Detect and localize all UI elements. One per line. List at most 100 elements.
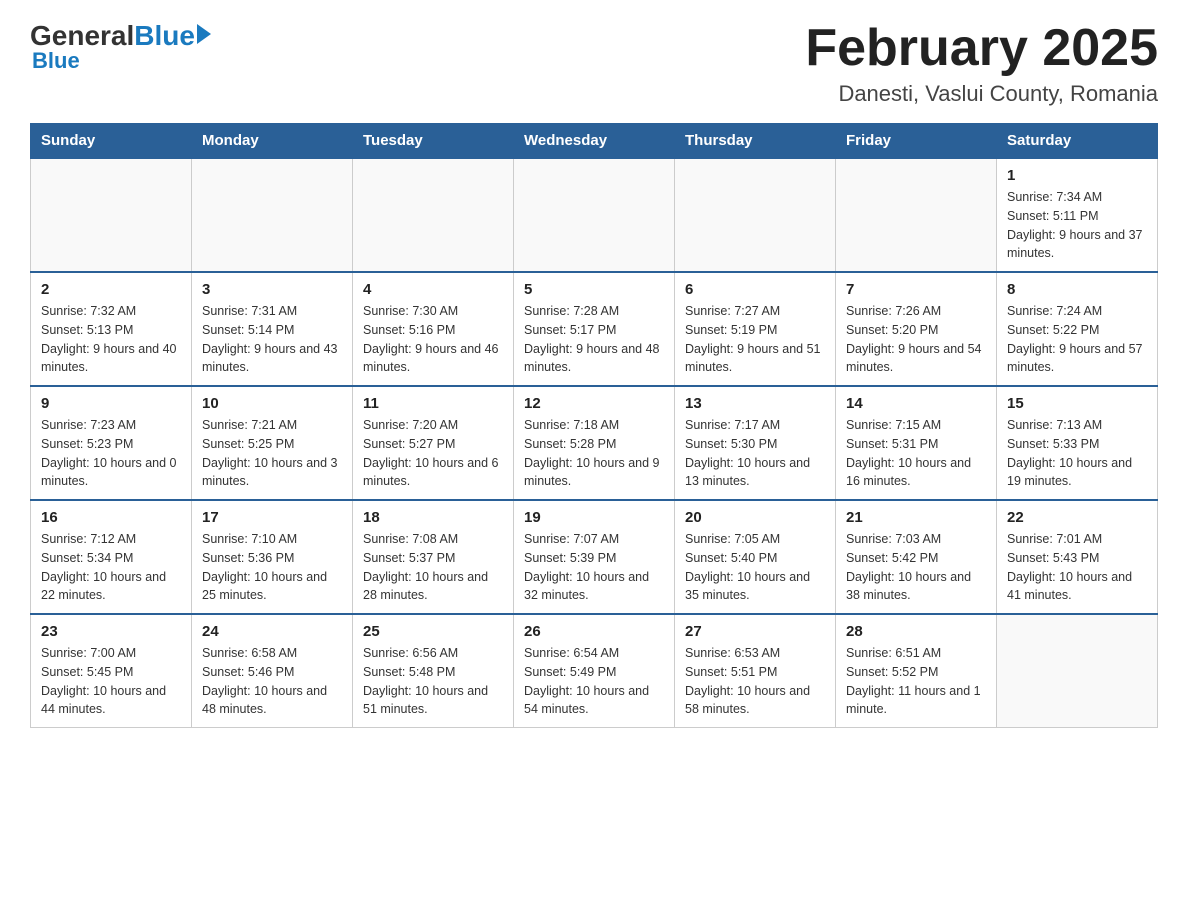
calendar-cell: 25 Sunrise: 6:56 AMSunset: 5:48 PMDayligh…: [353, 614, 514, 728]
day-info: Sunrise: 6:58 AMSunset: 5:46 PMDaylight:…: [202, 644, 342, 719]
day-info: Sunrise: 7:31 AMSunset: 5:14 PMDaylight:…: [202, 302, 342, 377]
logo: General Blue Blue: [30, 20, 211, 74]
calendar-cell: 24 Sunrise: 6:58 AMSunset: 5:46 PMDayligh…: [192, 614, 353, 728]
day-info: Sunrise: 7:17 AMSunset: 5:30 PMDaylight:…: [685, 416, 825, 491]
calendar-cell: 20 Sunrise: 7:05 AMSunset: 5:40 PMDayligh…: [675, 500, 836, 614]
calendar-cell: 21 Sunrise: 7:03 AMSunset: 5:42 PMDayligh…: [836, 500, 997, 614]
calendar-cell: 5 Sunrise: 7:28 AMSunset: 5:17 PMDaylight…: [514, 272, 675, 386]
day-info: Sunrise: 7:27 AMSunset: 5:19 PMDaylight:…: [685, 302, 825, 377]
calendar-cell: 19Sunrise: 7:07 AMSunset: 5:39 PMDayligh…: [514, 500, 675, 614]
calendar-cell: 1 Sunrise: 7:34 AMSunset: 5:11 PMDaylight…: [997, 158, 1158, 272]
calendar-table: SundayMondayTuesdayWednesdayThursdayFrid…: [30, 123, 1158, 728]
day-number: 4: [363, 281, 503, 298]
day-info: Sunrise: 7:08 AMSunset: 5:37 PMDaylight:…: [363, 530, 503, 605]
calendar-cell: 22 Sunrise: 7:01 AMSunset: 5:43 PMDayligh…: [997, 500, 1158, 614]
day-of-week-header: Monday: [192, 124, 353, 159]
calendar-cell: 15Sunrise: 7:13 AMSunset: 5:33 PMDayligh…: [997, 386, 1158, 500]
day-of-week-header: Sunday: [31, 124, 192, 159]
calendar-cell: 4 Sunrise: 7:30 AMSunset: 5:16 PMDaylight…: [353, 272, 514, 386]
calendar-cell: [353, 158, 514, 272]
calendar-cell: 13 Sunrise: 7:17 AMSunset: 5:30 PMDayligh…: [675, 386, 836, 500]
day-number: 26: [524, 623, 664, 640]
day-info: Sunrise: 6:54 AMSunset: 5:49 PMDaylight:…: [524, 644, 664, 719]
day-info: Sunrise: 7:21 AMSunset: 5:25 PMDaylight:…: [202, 416, 342, 491]
day-number: 20: [685, 509, 825, 526]
calendar-cell: [514, 158, 675, 272]
calendar-cell: 7 Sunrise: 7:26 AMSunset: 5:20 PMDaylight…: [836, 272, 997, 386]
day-number: 11: [363, 395, 503, 412]
day-number: 6: [685, 281, 825, 298]
day-of-week-header: Thursday: [675, 124, 836, 159]
calendar-cell: 28 Sunrise: 6:51 AMSunset: 5:52 PMDayligh…: [836, 614, 997, 728]
day-number: 27: [685, 623, 825, 640]
day-number: 14: [846, 395, 986, 412]
day-number: 13: [685, 395, 825, 412]
calendar-cell: 27Sunrise: 6:53 AMSunset: 5:51 PMDayligh…: [675, 614, 836, 728]
week-row: 2 Sunrise: 7:32 AMSunset: 5:13 PMDaylight…: [31, 272, 1158, 386]
day-info: Sunrise: 7:12 AMSunset: 5:34 PMDaylight:…: [41, 530, 181, 605]
calendar-cell: 18 Sunrise: 7:08 AMSunset: 5:37 PMDayligh…: [353, 500, 514, 614]
week-row: 9Sunrise: 7:23 AMSunset: 5:23 PMDaylight…: [31, 386, 1158, 500]
day-info: Sunrise: 7:01 AMSunset: 5:43 PMDaylight:…: [1007, 530, 1147, 605]
day-number: 5: [524, 281, 664, 298]
calendar-cell: 6 Sunrise: 7:27 AMSunset: 5:19 PMDaylight…: [675, 272, 836, 386]
calendar-cell: [31, 158, 192, 272]
day-number: 17: [202, 509, 342, 526]
day-number: 15: [1007, 395, 1147, 412]
calendar-header-row: SundayMondayTuesdayWednesdayThursdayFrid…: [31, 124, 1158, 159]
day-number: 16: [41, 509, 181, 526]
day-number: 8: [1007, 281, 1147, 298]
logo-blue: Blue: [134, 20, 195, 52]
day-info: Sunrise: 6:56 AMSunset: 5:48 PMDaylight:…: [363, 644, 503, 719]
title-block: February 2025 Danesti, Vaslui County, Ro…: [805, 20, 1158, 107]
calendar-cell: 17 Sunrise: 7:10 AMSunset: 5:36 PMDayligh…: [192, 500, 353, 614]
day-info: Sunrise: 7:15 AMSunset: 5:31 PMDaylight:…: [846, 416, 986, 491]
day-info: Sunrise: 7:26 AMSunset: 5:20 PMDaylight:…: [846, 302, 986, 377]
calendar-cell: [675, 158, 836, 272]
day-of-week-header: Saturday: [997, 124, 1158, 159]
logo-arrow-icon: [197, 24, 211, 44]
week-row: 1 Sunrise: 7:34 AMSunset: 5:11 PMDaylight…: [31, 158, 1158, 272]
day-number: 28: [846, 623, 986, 640]
day-number: 1: [1007, 167, 1147, 184]
day-info: Sunrise: 7:30 AMSunset: 5:16 PMDaylight:…: [363, 302, 503, 377]
calendar-cell: [997, 614, 1158, 728]
calendar-cell: 3 Sunrise: 7:31 AMSunset: 5:14 PMDaylight…: [192, 272, 353, 386]
week-row: 16 Sunrise: 7:12 AMSunset: 5:34 PMDayligh…: [31, 500, 1158, 614]
day-of-week-header: Tuesday: [353, 124, 514, 159]
page-header: General Blue Blue February 2025 Danesti,…: [30, 20, 1158, 107]
calendar-cell: [836, 158, 997, 272]
day-info: Sunrise: 7:18 AMSunset: 5:28 PMDaylight:…: [524, 416, 664, 491]
day-info: Sunrise: 7:32 AMSunset: 5:13 PMDaylight:…: [41, 302, 181, 377]
calendar-cell: 9Sunrise: 7:23 AMSunset: 5:23 PMDaylight…: [31, 386, 192, 500]
calendar-cell: 16 Sunrise: 7:12 AMSunset: 5:34 PMDayligh…: [31, 500, 192, 614]
day-number: 23: [41, 623, 181, 640]
location-text: Danesti, Vaslui County, Romania: [805, 81, 1158, 107]
day-number: 21: [846, 509, 986, 526]
day-info: Sunrise: 6:51 AMSunset: 5:52 PMDaylight:…: [846, 644, 986, 719]
day-number: 2: [41, 281, 181, 298]
day-info: Sunrise: 7:28 AMSunset: 5:17 PMDaylight:…: [524, 302, 664, 377]
day-info: Sunrise: 7:05 AMSunset: 5:40 PMDaylight:…: [685, 530, 825, 605]
day-number: 25: [363, 623, 503, 640]
calendar-cell: 14 Sunrise: 7:15 AMSunset: 5:31 PMDayligh…: [836, 386, 997, 500]
day-of-week-header: Wednesday: [514, 124, 675, 159]
day-info: Sunrise: 7:34 AMSunset: 5:11 PMDaylight:…: [1007, 188, 1147, 263]
day-info: Sunrise: 7:10 AMSunset: 5:36 PMDaylight:…: [202, 530, 342, 605]
day-number: 18: [363, 509, 503, 526]
calendar-cell: 8Sunrise: 7:24 AMSunset: 5:22 PMDaylight…: [997, 272, 1158, 386]
day-number: 24: [202, 623, 342, 640]
logo-subtitle: Blue: [32, 48, 80, 74]
day-number: 10: [202, 395, 342, 412]
day-number: 12: [524, 395, 664, 412]
day-info: Sunrise: 7:23 AMSunset: 5:23 PMDaylight:…: [41, 416, 181, 491]
day-number: 3: [202, 281, 342, 298]
calendar-title: February 2025: [805, 20, 1158, 77]
calendar-cell: [192, 158, 353, 272]
calendar-cell: 23Sunrise: 7:00 AMSunset: 5:45 PMDayligh…: [31, 614, 192, 728]
day-number: 22: [1007, 509, 1147, 526]
day-info: Sunrise: 7:03 AMSunset: 5:42 PMDaylight:…: [846, 530, 986, 605]
day-number: 7: [846, 281, 986, 298]
calendar-cell: 11Sunrise: 7:20 AMSunset: 5:27 PMDayligh…: [353, 386, 514, 500]
calendar-cell: 10 Sunrise: 7:21 AMSunset: 5:25 PMDayligh…: [192, 386, 353, 500]
